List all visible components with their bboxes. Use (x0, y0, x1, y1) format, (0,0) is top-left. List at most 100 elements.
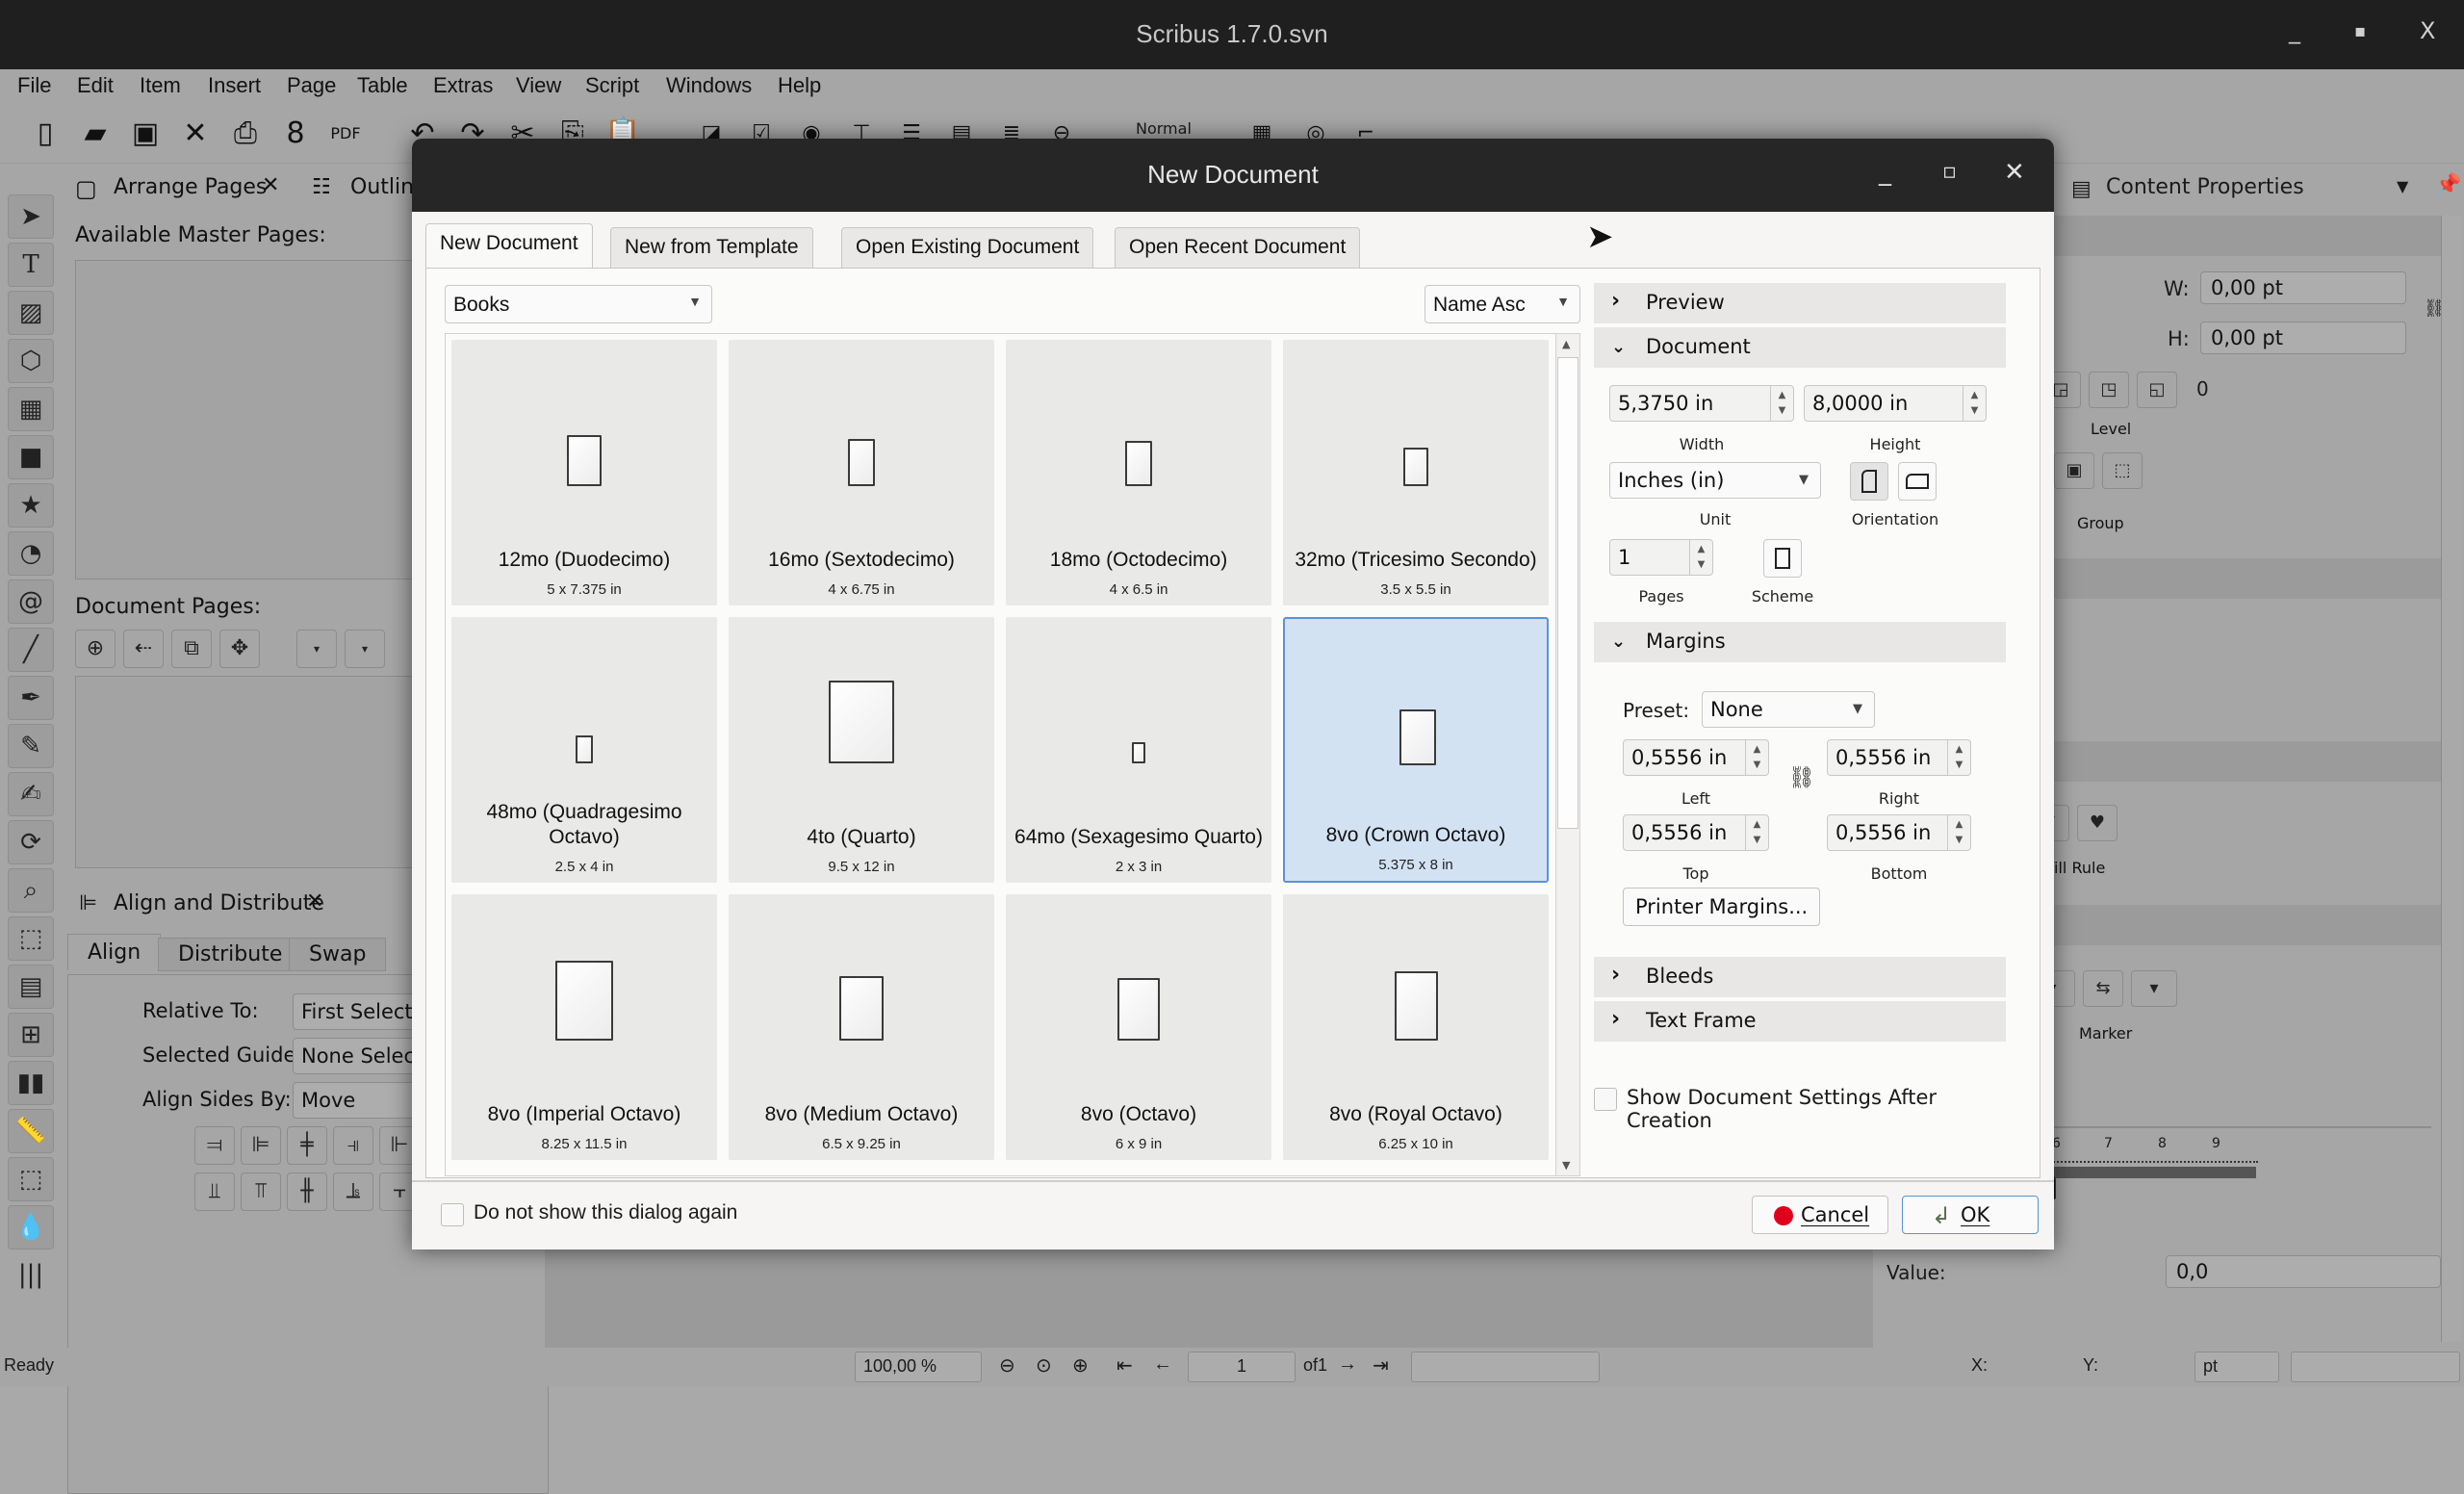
menu-page[interactable]: Page (287, 73, 336, 98)
render-frame-tool-icon[interactable]: ⬡ (8, 339, 54, 383)
table-tool-icon[interactable]: ▦ (8, 387, 54, 431)
section-margins[interactable]: ⌄ Margins (1594, 622, 2006, 662)
copy-properties-icon[interactable]: ⬚ (8, 1157, 54, 1201)
menu-view[interactable]: View (516, 73, 561, 98)
spin-arrows-icon[interactable]: ▲ ▼ (1745, 740, 1768, 775)
portrait-orientation-button[interactable] (1850, 462, 1888, 501)
scroll-up-icon[interactable]: ▲ (1562, 338, 1570, 350)
align-bottom-icon[interactable]: ⫡ (333, 1172, 373, 1211)
tab-swap[interactable]: Swap (289, 938, 387, 971)
new-page-icon[interactable]: ⊕ (75, 630, 116, 668)
tab-new-from-template[interactable]: New from Template (610, 227, 813, 268)
template-grid-scrollbar[interactable]: ▲ ▼ (1555, 333, 1580, 1176)
next-page-icon[interactable]: → (1338, 1353, 1357, 1376)
calligraphic-tool-icon[interactable]: ✍ (8, 772, 54, 816)
menu-file[interactable]: File (17, 73, 51, 98)
measure-tool-icon[interactable]: 📏 (8, 1109, 54, 1153)
duplicate-page-icon[interactable]: ⧉ (171, 630, 212, 668)
prev-page-icon[interactable]: ← (1153, 1353, 1172, 1376)
dialog-close-button[interactable]: ✕ (2004, 158, 2025, 187)
cancel-button[interactable]: Cancel (1752, 1196, 1888, 1234)
zoom-field[interactable]: 100,00 % (855, 1352, 982, 1382)
page-layout-dropdown[interactable]: ▾ (296, 630, 337, 668)
template-card[interactable]: 64mo (Sexagesimo Quarto) 2 x 3 in (1006, 617, 1271, 883)
zoom-tool-icon[interactable]: ⌕ (8, 868, 54, 913)
last-page-icon[interactable]: ⇥ (1373, 1353, 1389, 1378)
margin-preset-combo[interactable]: None ▼ (1702, 691, 1875, 728)
new-document-icon[interactable]: ▯ (27, 116, 64, 152)
story-editor-icon[interactable]: ▤ (8, 965, 54, 1009)
swap-markers-icon[interactable]: ⇆ (2083, 970, 2123, 1007)
template-card[interactable]: 12mo (Duodecimo) 5 x 7.375 in (451, 340, 717, 605)
rotate-tool-icon[interactable]: ⟳ (8, 820, 54, 864)
sort-combo[interactable]: Name Asc ▼ (1424, 285, 1580, 323)
align-top-icon[interactable]: ⫪ (241, 1172, 281, 1211)
scrollbar-thumb[interactable] (1557, 357, 1578, 829)
print-icon[interactable]: ⎙ (227, 116, 264, 152)
template-card[interactable]: 48mo (Quadragesimo Octavo) 2.5 x 4 in (451, 617, 717, 883)
barcode-icon[interactable]: ||| (8, 1253, 54, 1298)
align-right-icon[interactable]: ⫣ (333, 1126, 373, 1165)
lower-to-bottom-icon[interactable]: ◱ (2137, 372, 2177, 408)
tab-distribute[interactable]: Distribute (158, 938, 303, 971)
width-field[interactable]: 5,3750 in ▲ ▼ (1609, 385, 1794, 422)
preflight-icon[interactable]: 8 (277, 116, 314, 152)
close-document-icon[interactable]: ✕ (177, 116, 214, 152)
menu-insert[interactable]: Insert (208, 73, 261, 98)
dock-menu-icon[interactable]: ▼ (2397, 177, 2408, 195)
tab-align[interactable]: Align (67, 934, 162, 970)
landscape-orientation-button[interactable] (1898, 462, 1937, 501)
freehand-tool-icon[interactable]: ✎ (8, 724, 54, 768)
tab-arrange-pages[interactable]: Arrange Pages (114, 175, 267, 199)
spin-arrows-icon[interactable]: ▲ ▼ (1963, 386, 1986, 421)
zoom-100-icon[interactable]: ⊙ (1036, 1353, 1052, 1378)
show-settings-checkbox[interactable] (1594, 1088, 1617, 1111)
pin-icon[interactable]: 📌 (2435, 173, 2461, 197)
broken-link-icon[interactable]: ⛓ (1788, 766, 1815, 790)
page-field[interactable]: 1 (1188, 1352, 1296, 1382)
select-tool-icon[interactable]: ➤ (8, 194, 54, 239)
template-card[interactable]: 18mo (Octodecimo) 4 x 6.5 in (1006, 340, 1271, 605)
close-button[interactable]: X (2420, 17, 2435, 44)
menu-help[interactable]: Help (778, 73, 821, 98)
edit-frame-tool-icon[interactable]: ⬚ (8, 916, 54, 961)
scroll-down-icon[interactable]: ▼ (1562, 1159, 1570, 1172)
menu-script[interactable]: Script (585, 73, 639, 98)
end-marker-dropdown[interactable]: ▾ (2131, 970, 2177, 1007)
h-field[interactable]: 0,00 pt (2200, 322, 2406, 354)
spin-arrows-icon[interactable]: ▲ ▼ (1947, 815, 1970, 850)
raise-icon[interactable]: ◳ (2089, 372, 2129, 408)
tab-new-document[interactable]: New Document (425, 223, 593, 268)
maximize-button[interactable]: ▪ (2354, 21, 2366, 41)
import-page-icon[interactable]: ⇠ (123, 630, 164, 668)
spin-arrows-icon[interactable]: ▲ ▼ (1947, 740, 1970, 775)
view-mode-combo[interactable] (2291, 1352, 2460, 1382)
spin-arrows-icon[interactable]: ▲ ▼ (1770, 386, 1793, 421)
w-field[interactable]: 0,00 pt (2200, 271, 2406, 304)
group-icon[interactable]: ▣ (2054, 452, 2094, 489)
template-card[interactable]: 8vo (Royal Octavo) 6.25 x 10 in (1283, 894, 1549, 1160)
menu-windows[interactable]: Windows (666, 73, 752, 98)
arc-tool-icon[interactable]: ◔ (8, 531, 54, 576)
category-combo[interactable]: Books ▼ (445, 285, 712, 323)
template-card[interactable]: 16mo (Sextodecimo) 4 x 6.75 in (729, 340, 994, 605)
margin-top-field[interactable]: 0,5556 in ▲ ▼ (1623, 814, 1769, 851)
menu-edit[interactable]: Edit (77, 73, 114, 98)
align-center-h-icon[interactable]: ╪ (287, 1126, 327, 1165)
bezier-tool-icon[interactable]: ✒ (8, 676, 54, 720)
line-tool-icon[interactable]: ╱ (8, 628, 54, 672)
unit-combo[interactable]: Inches (in) ▼ (1609, 462, 1821, 499)
unlink-frames-icon[interactable]: ▮▮ (8, 1061, 54, 1105)
shape-tool-icon[interactable]: ■ (8, 435, 54, 479)
save-icon[interactable]: ▣ (127, 116, 164, 152)
section-preview[interactable]: › Preview (1594, 283, 2006, 323)
template-card[interactable]: 8vo (Crown Octavo) 5.375 x 8 in (1283, 617, 1549, 883)
close-align-panel-icon[interactable]: ✕ (306, 889, 323, 914)
align-right-out-icon[interactable]: ⫤ (194, 1126, 235, 1165)
section-bleeds[interactable]: › Bleeds (1594, 957, 2006, 997)
text-frame-tool-icon[interactable]: T (8, 243, 54, 287)
right-dock-scrollbar[interactable] (2441, 216, 2462, 1342)
eyedropper-icon[interactable]: 💧 (8, 1205, 54, 1249)
first-page-dropdown[interactable]: ▾ (345, 630, 385, 668)
polygon-tool-icon[interactable]: ★ (8, 483, 54, 528)
